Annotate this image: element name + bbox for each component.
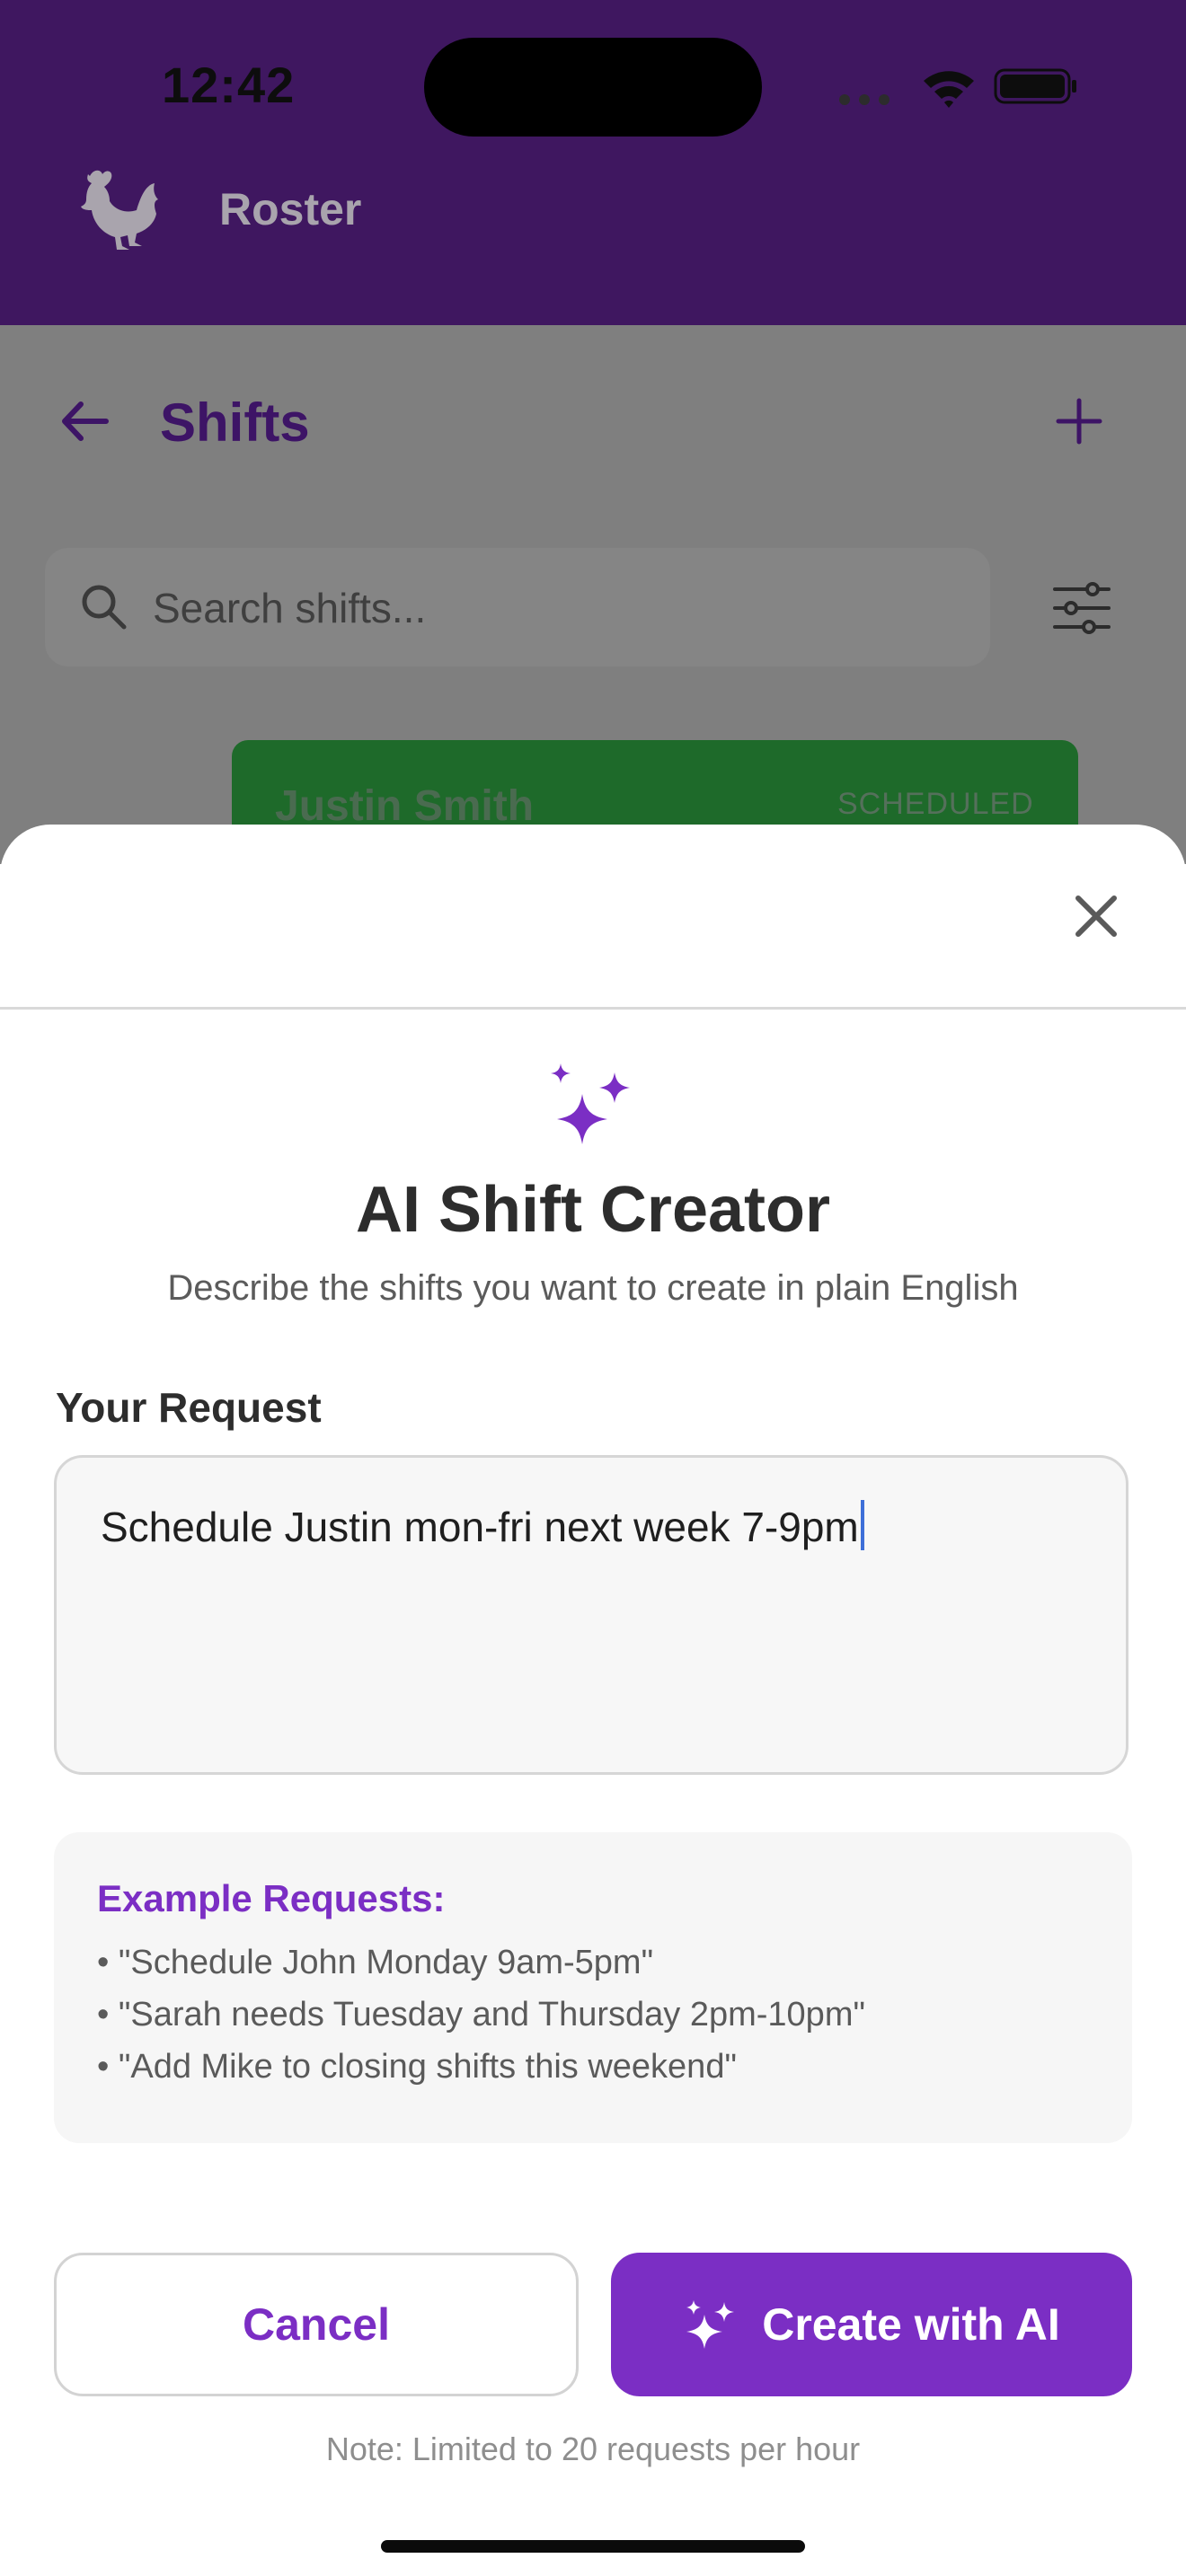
example-request-item: • "Schedule John Monday 9am-5pm"	[97, 1944, 654, 1981]
plus-icon[interactable]	[1048, 390, 1111, 453]
sheet-divider	[0, 1007, 1186, 1010]
create-with-ai-button[interactable]: Create with AI	[611, 2253, 1132, 2396]
shift-employee-name: Justin Smith	[275, 782, 535, 830]
page-title: Shifts	[160, 393, 310, 453]
dynamic-island	[424, 38, 762, 137]
modal-title: AI Shift Creator	[355, 1174, 831, 1246]
close-icon[interactable]	[1060, 880, 1132, 952]
create-with-ai-label: Create with AI	[762, 2299, 1060, 2350]
cancel-button-label: Cancel	[243, 2299, 390, 2350]
example-requests-title: Example Requests:	[97, 1877, 446, 1919]
wifi-icon	[924, 71, 974, 108]
request-value-text: Schedule Justin mon-fri next week 7-9pm	[101, 1504, 859, 1550]
back-arrow-icon[interactable]	[54, 390, 117, 453]
rate-limit-note: Note: Limited to 20 requests per hour	[325, 2430, 861, 2467]
search-input[interactable]	[151, 569, 945, 647]
app-title: Roster	[219, 184, 362, 234]
filter-sliders-icon[interactable]	[1049, 578, 1114, 638]
cellular-signal-icon	[839, 93, 911, 106]
modal-subtitle: Describe the shifts you want to create i…	[167, 1268, 1019, 1308]
status-time: 12:42	[162, 57, 296, 113]
search-icon	[82, 585, 127, 630]
battery-icon	[994, 68, 1076, 104]
shift-status-badge: SCHEDULED	[837, 787, 1034, 821]
request-field-label: Your Request	[56, 1384, 322, 1431]
home-indicator	[381, 2540, 805, 2553]
request-textarea-value[interactable]: Schedule Justin mon-fri next week 7-9pm	[101, 1500, 864, 1551]
sparkles-icon	[551, 1063, 630, 1144]
sparkles-icon	[686, 2300, 735, 2349]
cancel-button[interactable]: Cancel	[54, 2253, 579, 2396]
example-request-item: • "Sarah needs Tuesday and Thursday 2pm-…	[97, 1996, 865, 2033]
example-request-item: • "Add Mike to closing shifts this weeke…	[97, 2048, 737, 2086]
rooster-logo-icon	[81, 170, 158, 250]
text-caret	[860, 1500, 864, 1550]
